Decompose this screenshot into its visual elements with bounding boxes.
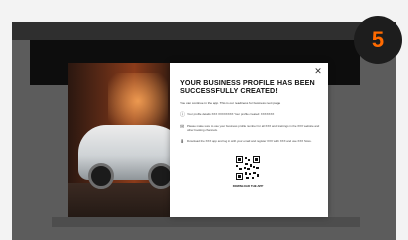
- modal-title: YOUR BUSINESS PROFILE HAS BEEN SUCCESSFU…: [180, 78, 315, 95]
- info-icon: ⓘ: [180, 112, 186, 118]
- road: [68, 183, 170, 217]
- step-badge: 5: [354, 16, 402, 64]
- download-row-text: Download the XXX app and log in with you…: [187, 139, 312, 143]
- mail-row-text: Please make sure to use your business pr…: [187, 124, 320, 132]
- qr-code[interactable]: [235, 155, 261, 181]
- mail-icon: ✉: [180, 124, 185, 130]
- footer-band: [52, 217, 360, 227]
- qr-label: DOWNLOAD THE APP: [232, 184, 264, 188]
- modal-intro: You can continue in the app. This is our…: [180, 101, 281, 105]
- close-icon[interactable]: ✕: [313, 66, 323, 76]
- download-icon: ⬇: [180, 139, 185, 145]
- success-modal: ✕ YOUR BUSINESS PROFILE HAS BEEN SUCCESS…: [170, 63, 328, 217]
- info-row-text: Your profile details XXX XXXXXXXX Your p…: [187, 112, 275, 116]
- rear-wheel: [148, 163, 170, 189]
- car-photo: [68, 63, 170, 217]
- mail-row: ✉ Please make sure to use your business …: [180, 124, 320, 133]
- info-row: ⓘ Your profile details XXX XXXXXXXX Your…: [180, 112, 320, 118]
- front-wheel: [88, 163, 114, 189]
- top-bar: [12, 22, 396, 40]
- download-row: ⬇ Download the XXX app and log in with y…: [180, 139, 320, 145]
